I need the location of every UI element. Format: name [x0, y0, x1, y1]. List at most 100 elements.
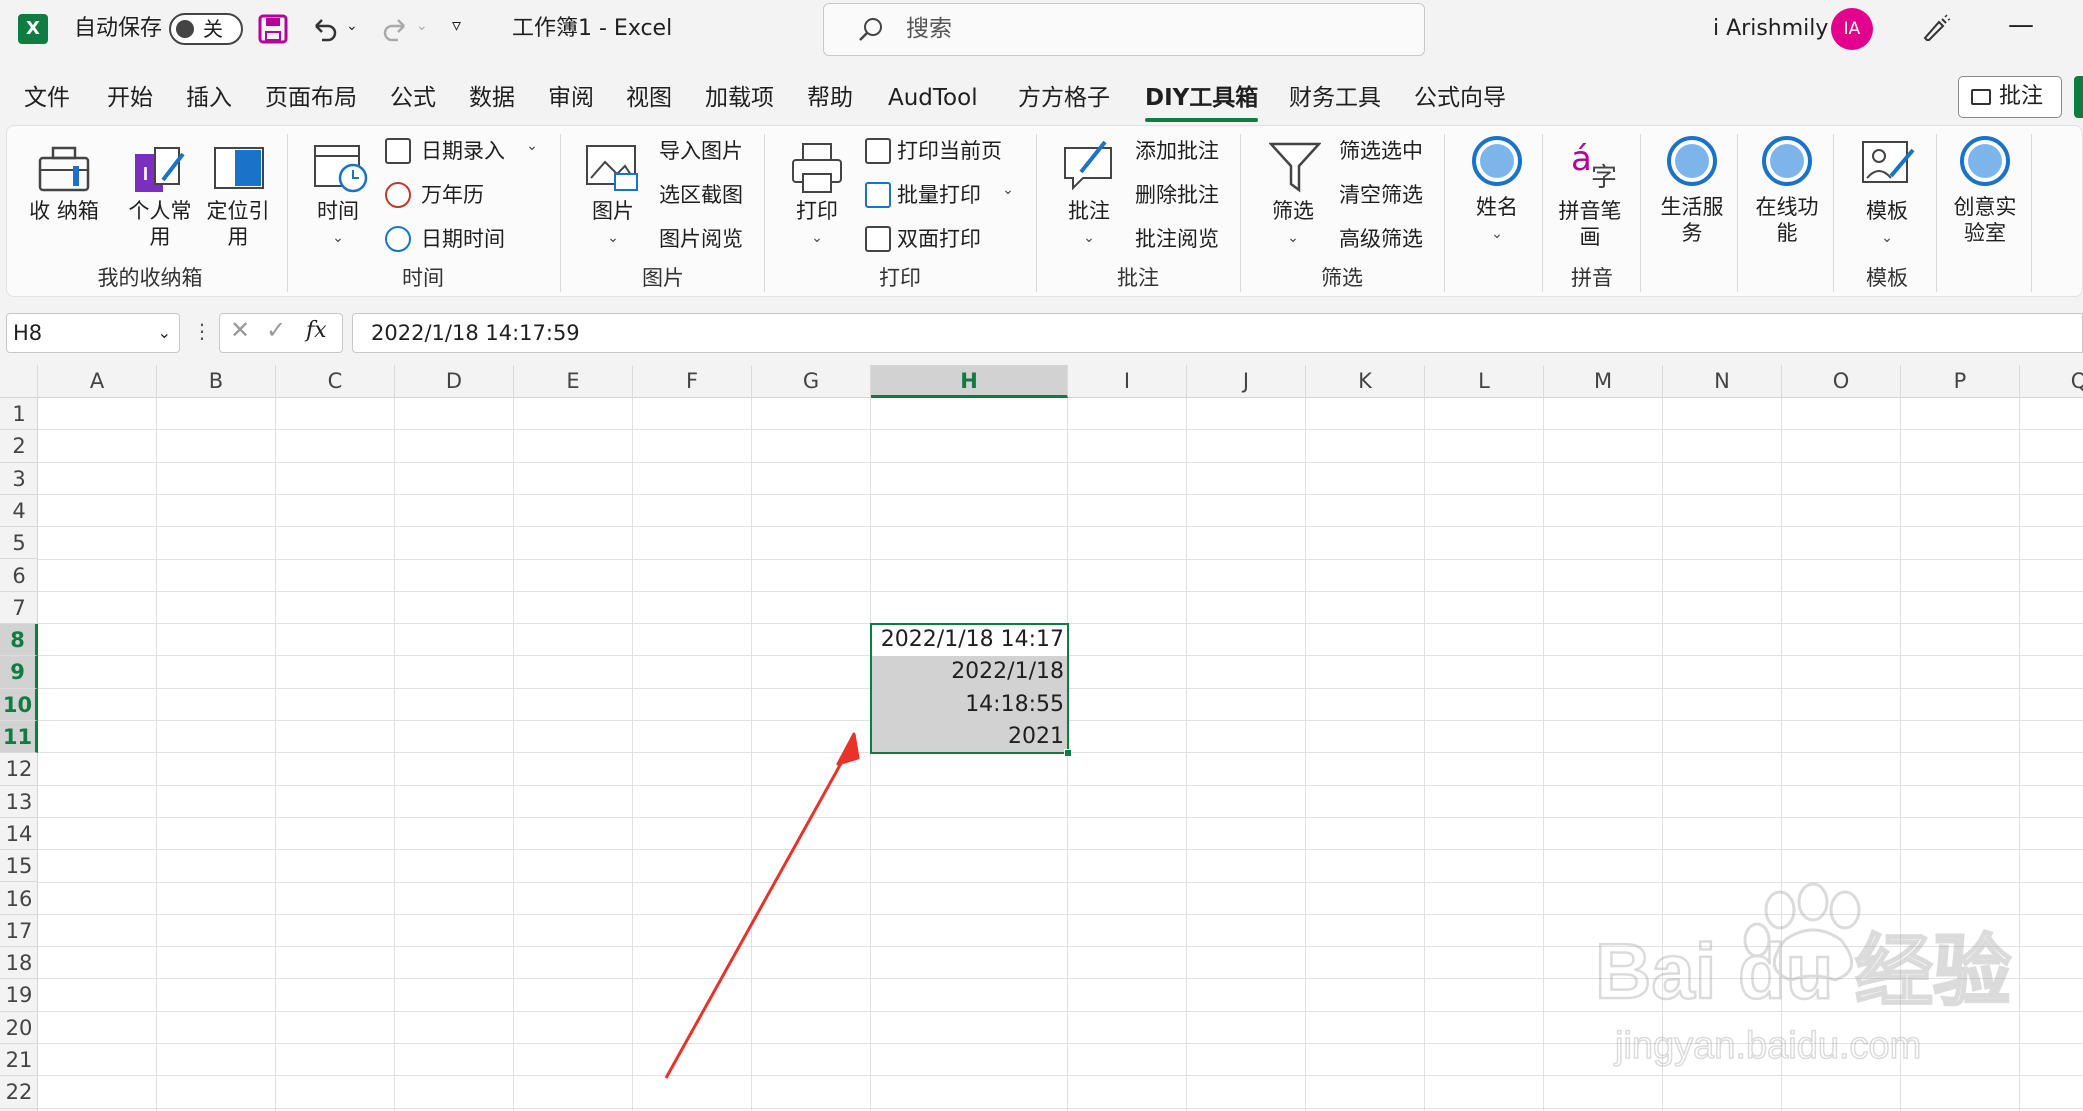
- row-header-10[interactable]: 10: [0, 688, 38, 721]
- tab-data[interactable]: 数据: [469, 80, 515, 116]
- row-header-8[interactable]: 8: [0, 624, 38, 657]
- personal-common-label[interactable]: 个人常 用: [129, 198, 192, 250]
- customize-toolbar-icon[interactable]: ▿: [452, 15, 461, 36]
- print-dropdown-icon[interactable]: ⌄: [811, 230, 823, 246]
- column-header-i[interactable]: I: [1068, 365, 1187, 398]
- row-header-22[interactable]: 22: [0, 1076, 38, 1109]
- row-header-2[interactable]: 2: [0, 430, 38, 463]
- comment-browse-label[interactable]: 批注阅览: [1135, 226, 1219, 252]
- column-header-k[interactable]: K: [1306, 365, 1425, 398]
- tab-home[interactable]: 开始: [107, 80, 153, 116]
- delete-comment-label[interactable]: 删除批注: [1135, 182, 1219, 208]
- tab-page-layout[interactable]: 页面布局: [265, 80, 357, 116]
- locate-reference-label[interactable]: 定位引 用: [207, 198, 270, 250]
- row-header-19[interactable]: 19: [0, 979, 38, 1012]
- region-screenshot-label[interactable]: 选区截图: [659, 182, 743, 208]
- batch-print-label[interactable]: 批量打印: [897, 182, 981, 208]
- comment-label[interactable]: 批注: [1068, 198, 1110, 224]
- filter-dropdown-icon[interactable]: ⌄: [1287, 230, 1299, 246]
- add-comment-label[interactable]: 添加批注: [1135, 138, 1219, 164]
- pen-icon[interactable]: [1921, 14, 1951, 44]
- column-header-h[interactable]: H: [871, 365, 1068, 398]
- duplex-print-label[interactable]: 双面打印: [897, 226, 981, 252]
- redo-dropdown-icon[interactable]: ⌄: [416, 18, 428, 34]
- name-dropdown-icon[interactable]: ⌄: [1491, 226, 1503, 242]
- comment-dropdown-icon[interactable]: ⌄: [1083, 230, 1095, 246]
- import-picture-label[interactable]: 导入图片: [659, 138, 743, 164]
- column-header-f[interactable]: F: [633, 365, 752, 398]
- column-header-g[interactable]: G: [752, 365, 871, 398]
- online-function-label[interactable]: 在线功 能: [1756, 194, 1819, 246]
- column-header-p[interactable]: P: [1901, 365, 2020, 398]
- date-time-label[interactable]: 日期时间: [421, 226, 505, 252]
- row-header-13[interactable]: 13: [0, 786, 38, 818]
- tab-view[interactable]: 视图: [626, 80, 672, 116]
- comments-button[interactable]: 批注: [1958, 76, 2062, 118]
- picture-label[interactable]: 图片: [592, 198, 634, 224]
- perpetual-calendar-label[interactable]: 万年历: [421, 182, 484, 208]
- tab-formulas[interactable]: 公式: [390, 80, 436, 116]
- column-header-n[interactable]: N: [1663, 365, 1782, 398]
- minimize-icon[interactable]: —: [2008, 10, 2034, 40]
- fill-handle[interactable]: [1064, 749, 1072, 758]
- autosave-toggle[interactable]: 关: [169, 13, 243, 45]
- user-name[interactable]: i Arishmily: [1713, 0, 1828, 58]
- tab-insert[interactable]: 插入: [186, 80, 232, 116]
- tab-review[interactable]: 审阅: [548, 80, 594, 116]
- advanced-filter-label[interactable]: 高级筛选: [1339, 226, 1423, 252]
- insert-function-icon[interactable]: fx: [306, 318, 327, 343]
- date-entry-label[interactable]: 日期录入: [421, 138, 505, 164]
- tab-diy-toolbox[interactable]: DIY工具箱: [1145, 80, 1259, 122]
- column-header-b[interactable]: B: [157, 365, 276, 398]
- row-header-4[interactable]: 4: [0, 495, 38, 528]
- time-dropdown-icon[interactable]: ⌄: [332, 230, 344, 246]
- row-header-18[interactable]: 18: [0, 947, 38, 980]
- row-header-16[interactable]: 16: [0, 883, 38, 915]
- filter-label[interactable]: 筛选: [1272, 198, 1314, 224]
- life-service-label[interactable]: 生活服 务: [1661, 194, 1724, 246]
- tab-ffgz[interactable]: 方方格子: [1018, 80, 1110, 116]
- date-entry-dropdown-icon[interactable]: ⌄: [526, 138, 538, 154]
- tab-file[interactable]: 文件: [24, 80, 70, 116]
- picture-dropdown-icon[interactable]: ⌄: [607, 230, 619, 246]
- redo-icon[interactable]: [380, 14, 410, 44]
- template-label[interactable]: 模板: [1866, 198, 1908, 224]
- cancel-icon[interactable]: ✕: [230, 316, 250, 344]
- row-header-11[interactable]: 11: [0, 721, 38, 754]
- row-header-14[interactable]: 14: [0, 818, 38, 851]
- row-header-1[interactable]: 1: [0, 398, 38, 431]
- column-header-e[interactable]: E: [514, 365, 633, 398]
- row-header-9[interactable]: 9: [0, 656, 38, 689]
- column-header-a[interactable]: A: [38, 365, 157, 398]
- row-header-20[interactable]: 20: [0, 1012, 38, 1044]
- picture-browse-label[interactable]: 图片阅览: [659, 226, 743, 252]
- batch-print-dropdown-icon[interactable]: ⌄: [1002, 182, 1014, 198]
- column-header-o[interactable]: O: [1782, 365, 1901, 398]
- tab-finance-tools[interactable]: 财务工具: [1289, 80, 1381, 116]
- row-header-15[interactable]: 15: [0, 850, 38, 883]
- column-header-m[interactable]: M: [1544, 365, 1663, 398]
- name-box-dropdown-icon[interactable]: ⌄: [158, 314, 171, 352]
- print-label[interactable]: 打印: [796, 198, 838, 224]
- name-label[interactable]: 姓名: [1476, 194, 1518, 220]
- select-all-corner[interactable]: [0, 365, 38, 398]
- column-header-q[interactable]: Q: [2020, 365, 2083, 398]
- undo-dropdown-icon[interactable]: ⌄: [346, 18, 358, 34]
- column-header-l[interactable]: L: [1425, 365, 1544, 398]
- row-header-17[interactable]: 17: [0, 915, 38, 948]
- name-box[interactable]: H8 ⌄: [6, 313, 180, 353]
- save-icon[interactable]: [258, 14, 288, 44]
- tab-addins[interactable]: 加载项: [705, 80, 774, 116]
- row-header-12[interactable]: 12: [0, 753, 38, 786]
- row-header-3[interactable]: 3: [0, 463, 38, 495]
- row-header-21[interactable]: 21: [0, 1044, 38, 1077]
- pinyin-strokes-label[interactable]: 拼音笔 画: [1559, 198, 1622, 250]
- share-button-edge[interactable]: [2074, 76, 2083, 118]
- print-current-page-label[interactable]: 打印当前页: [897, 138, 1002, 164]
- more-options-icon[interactable]: ⋮: [192, 319, 212, 343]
- time-label[interactable]: 时间: [317, 198, 359, 224]
- template-dropdown-icon[interactable]: ⌄: [1881, 230, 1893, 246]
- column-header-c[interactable]: C: [276, 365, 395, 398]
- row-header-5[interactable]: 5: [0, 527, 38, 560]
- avatar[interactable]: IA: [1831, 8, 1873, 50]
